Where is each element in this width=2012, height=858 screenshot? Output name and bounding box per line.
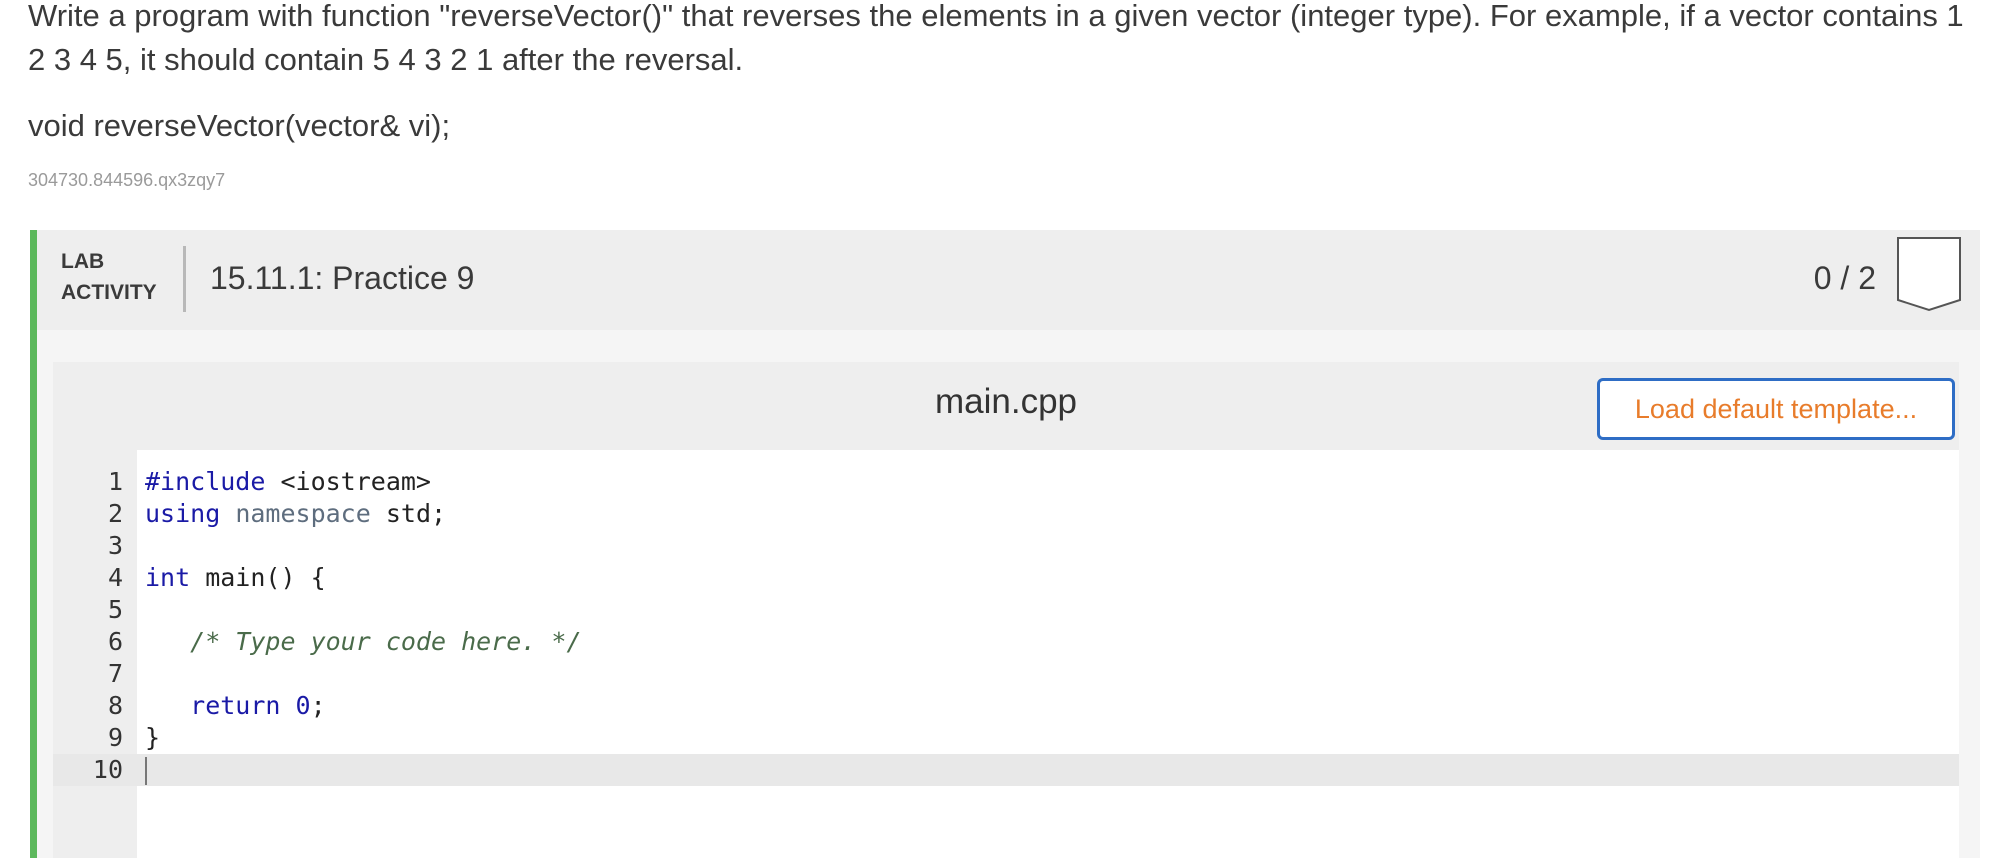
lab-activity-card: LAB ACTIVITY 15.11.1: Practice 9 0 / 2 m… <box>30 230 1980 858</box>
page: Write a program with function "reverseVe… <box>0 0 2012 858</box>
code-token: main() { <box>190 563 326 592</box>
code-token: ; <box>310 691 326 720</box>
line-number: 10 <box>92 755 123 784</box>
activity-hash: 304730.844596.qx3zqy7 <box>28 170 226 190</box>
lab-title: 15.11.1: Practice 9 <box>210 260 475 296</box>
code-line[interactable]: 3 <box>53 530 1959 562</box>
lab-score: 0 / 2 <box>1813 260 1876 296</box>
code-token: <iostream> <box>265 467 431 496</box>
problem-statement: Write a program with function "reverseVe… <box>28 0 1964 77</box>
code-token: int <box>145 563 191 592</box>
code-editor-panel: main.cpp Load default template... 1 #incl… <box>53 362 1959 858</box>
lab-header: LAB ACTIVITY 15.11.1: Practice 9 0 / 2 <box>37 230 1980 330</box>
code-line[interactable]: 6 /* Type your code here. */ <box>53 626 1959 658</box>
code-lines[interactable]: 1 #include <iostream> 2 using namespace std… <box>53 466 1959 786</box>
code-token: #include <box>145 467 266 496</box>
line-text: #include <iostream> <box>145 466 431 498</box>
code-line[interactable]: 10 <box>53 754 1959 786</box>
header-divider <box>183 246 186 312</box>
code-line[interactable]: 5 <box>53 594 1959 626</box>
lab-label-line1: LAB <box>61 250 105 273</box>
code-token: /* Type your code here. */ <box>190 627 582 656</box>
code-token: return <box>190 691 281 720</box>
line-number: 1 <box>107 467 123 496</box>
lab-activity-label: LAB ACTIVITY <box>61 246 171 308</box>
line-number: 4 <box>107 563 123 592</box>
text-cursor <box>145 757 147 785</box>
code-editor[interactable]: 1 #include <iostream> 2 using namespace std… <box>53 450 1959 858</box>
lab-label-line2: ACTIVITY <box>61 281 157 304</box>
code-token: using <box>145 499 221 528</box>
line-text <box>145 754 147 786</box>
line-text: return 0; <box>145 690 326 722</box>
line-text: /* Type your code here. */ <box>145 626 582 658</box>
completion-badge-icon <box>1897 237 1961 312</box>
line-number: 8 <box>107 691 123 720</box>
code-line[interactable]: 9} <box>53 722 1959 754</box>
line-number: 7 <box>107 659 123 688</box>
code-line[interactable]: 1 #include <iostream> <box>53 466 1959 498</box>
code-token: std; <box>370 499 447 528</box>
line-number: 5 <box>107 595 123 624</box>
code-token: } <box>145 723 161 752</box>
editor-toolbar: main.cpp Load default template... <box>53 362 1959 450</box>
line-text: } <box>145 722 160 754</box>
load-default-template-button[interactable]: Load default template... <box>1597 378 1955 440</box>
line-number: 3 <box>107 531 123 560</box>
code-line[interactable]: 2 using namespace std; <box>53 498 1959 530</box>
line-number: 2 <box>107 499 123 528</box>
code-line[interactable]: 8 return 0; <box>53 690 1959 722</box>
line-number: 6 <box>107 627 123 656</box>
line-text: int main() { <box>145 562 326 594</box>
line-number: 9 <box>107 723 123 752</box>
code-token: 0 <box>295 691 311 720</box>
code-line[interactable]: 4 int main() { <box>53 562 1959 594</box>
code-token: namespace <box>235 499 371 528</box>
function-signature: void reverseVector(vector& vi); <box>28 108 451 143</box>
code-line[interactable]: 7 <box>53 658 1959 690</box>
line-text: using namespace std; <box>145 498 446 530</box>
